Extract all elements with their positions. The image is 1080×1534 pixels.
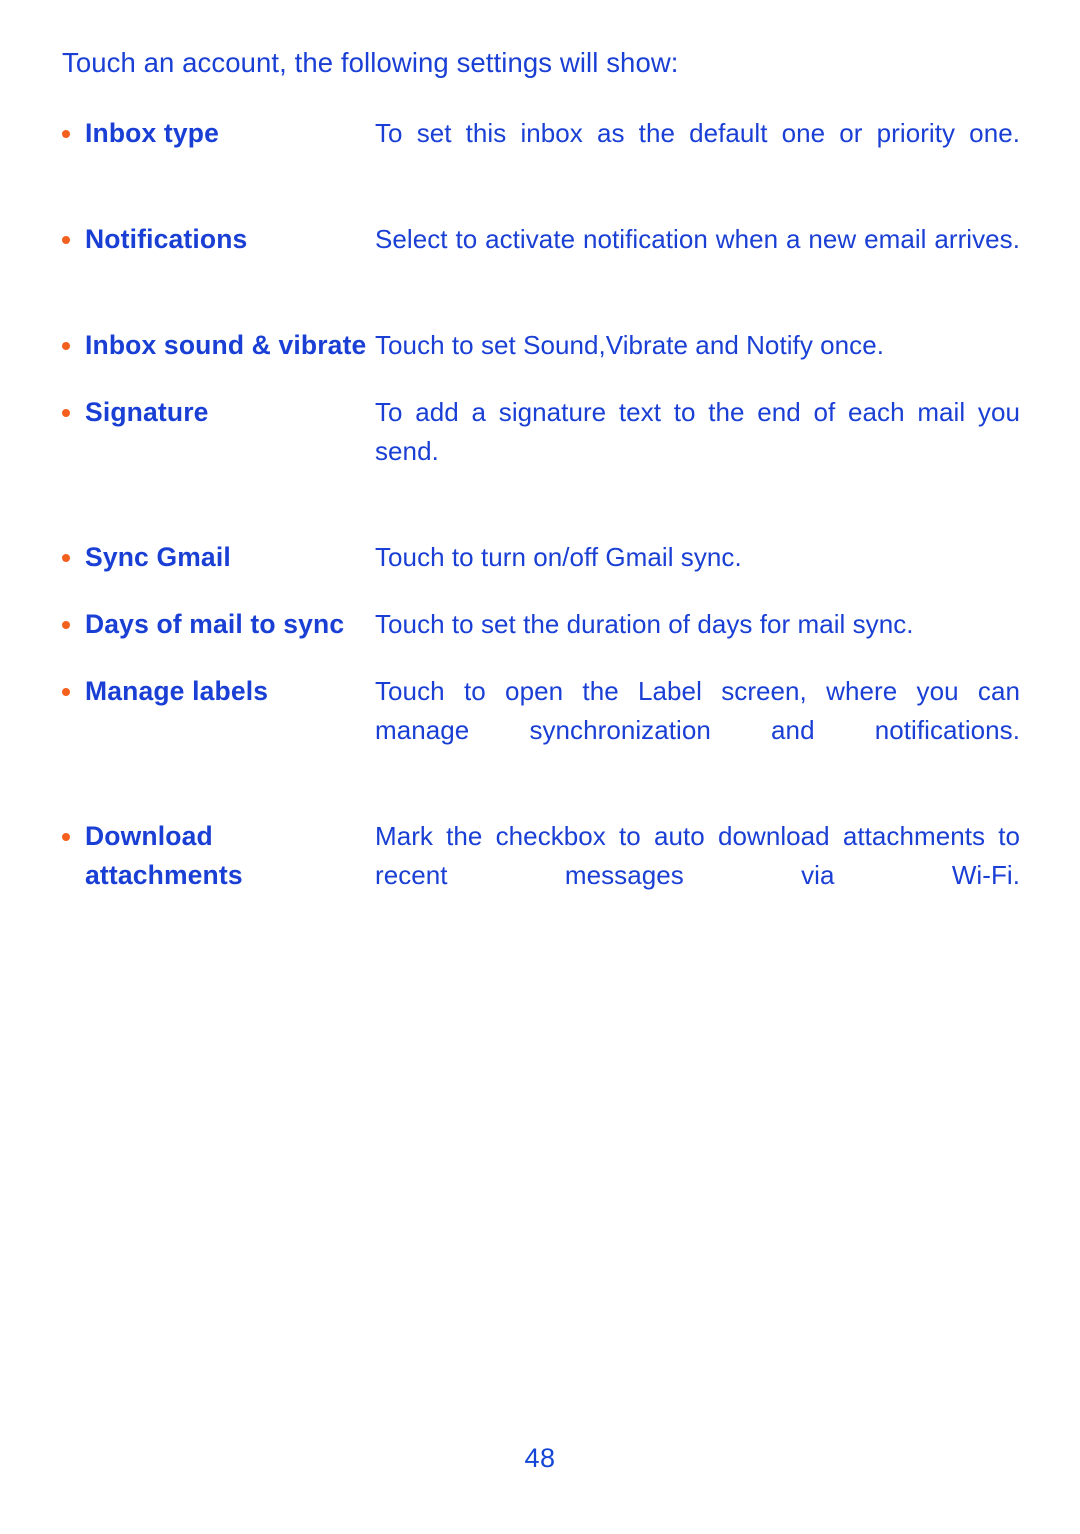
- page-number: 48: [524, 1443, 556, 1473]
- settings-table-body: Inbox type To set this inbox as the defa…: [62, 114, 1020, 962]
- setting-term-label: Inbox type: [85, 118, 220, 148]
- setting-description: Select to activate notification when a n…: [375, 224, 1020, 254]
- setting-term-label: Sync Gmail: [85, 542, 231, 572]
- term-cell: Inbox sound & vibrate: [62, 326, 375, 393]
- setting-term: Sync Gmail: [62, 538, 375, 577]
- page-content: Touch an account, the following settings…: [62, 44, 1020, 962]
- term-cell: Signature: [62, 393, 375, 538]
- setting-description: Mark the checkbox to auto download attac…: [375, 821, 1020, 890]
- setting-description: Touch to set the duration of days for ma…: [375, 609, 914, 639]
- setting-term: Signature: [62, 393, 375, 432]
- term-cell: Inbox type: [62, 114, 375, 220]
- setting-description: Touch to open the Label screen, where yo…: [375, 676, 1020, 745]
- description-cell: Mark the checkbox to auto download attac…: [375, 817, 1020, 962]
- setting-term-label: Download attachments: [85, 821, 243, 890]
- setting-term: Download attachments: [62, 817, 375, 895]
- manual-page: Touch an account, the following settings…: [0, 0, 1080, 1534]
- term-cell: Days of mail to sync: [62, 605, 375, 672]
- bullet-icon: [62, 342, 70, 350]
- settings-definition-table: Inbox type To set this inbox as the defa…: [62, 114, 1020, 962]
- intro-paragraph: Touch an account, the following settings…: [62, 47, 679, 78]
- bullet-icon: [62, 130, 70, 138]
- table-row: Manage labels Touch to open the Label sc…: [62, 672, 1020, 817]
- setting-term-label: Notifications: [85, 224, 248, 254]
- setting-description: To set this inbox as the default one or …: [375, 118, 1020, 148]
- setting-term: Inbox sound & vibrate: [62, 326, 375, 365]
- table-row: Inbox type To set this inbox as the defa…: [62, 114, 1020, 220]
- description-cell: Touch to set the duration of days for ma…: [375, 605, 1020, 672]
- setting-term: Notifications: [62, 220, 375, 259]
- setting-term-label: Days of mail to sync: [85, 609, 345, 639]
- setting-term-label: Signature: [85, 397, 209, 427]
- setting-description: To add a signature text to the end of ea…: [375, 397, 1020, 466]
- bullet-icon: [62, 409, 70, 417]
- setting-term-label: Manage labels: [85, 676, 269, 706]
- setting-description: Touch to turn on/off Gmail sync.: [375, 542, 742, 572]
- description-cell: To set this inbox as the default one or …: [375, 114, 1020, 220]
- bullet-icon: [62, 554, 70, 562]
- setting-description: Touch to set Sound,Vibrate and Notify on…: [375, 330, 884, 360]
- bullet-icon: [62, 833, 70, 841]
- setting-term-label: Inbox sound & vibrate: [85, 330, 367, 360]
- bullet-icon: [62, 236, 70, 244]
- term-cell: Download attachments: [62, 817, 375, 962]
- setting-term: Manage labels: [62, 672, 375, 711]
- table-row: Sync Gmail Touch to turn on/off Gmail sy…: [62, 538, 1020, 605]
- setting-term: Days of mail to sync: [62, 605, 375, 644]
- description-cell: Touch to turn on/off Gmail sync.: [375, 538, 1020, 605]
- description-cell: Touch to set Sound,Vibrate and Notify on…: [375, 326, 1020, 393]
- table-row: Notifications Select to activate notific…: [62, 220, 1020, 326]
- table-row: Inbox sound & vibrate Touch to set Sound…: [62, 326, 1020, 393]
- term-cell: Sync Gmail: [62, 538, 375, 605]
- bullet-icon: [62, 688, 70, 696]
- description-cell: Touch to open the Label screen, where yo…: [375, 672, 1020, 817]
- description-cell: To add a signature text to the end of ea…: [375, 393, 1020, 538]
- table-row: Signature To add a signature text to the…: [62, 393, 1020, 538]
- table-row: Days of mail to sync Touch to set the du…: [62, 605, 1020, 672]
- description-cell: Select to activate notification when a n…: [375, 220, 1020, 326]
- setting-term: Inbox type: [62, 114, 375, 153]
- bullet-icon: [62, 621, 70, 629]
- term-cell: Notifications: [62, 220, 375, 326]
- table-row: Download attachments Mark the checkbox t…: [62, 817, 1020, 962]
- term-cell: Manage labels: [62, 672, 375, 817]
